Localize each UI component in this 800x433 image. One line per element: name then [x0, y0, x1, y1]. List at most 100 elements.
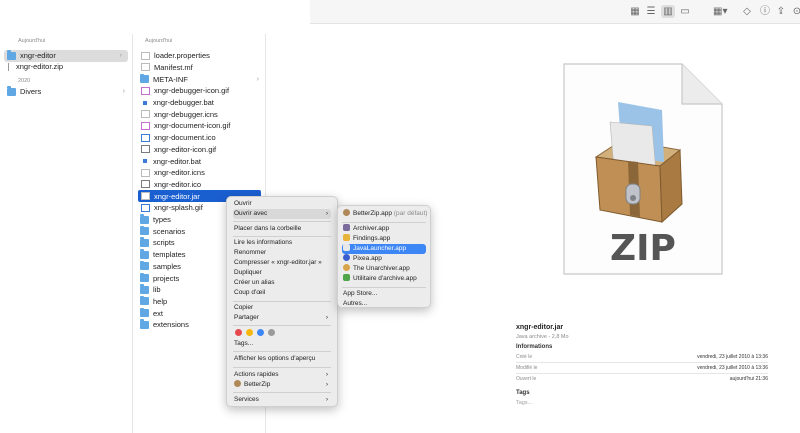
toolbar: ▦ ☰ ▥ ▭ ▦▾ ◇ ⓘ ⇪ ⊙ — [310, 0, 800, 24]
list-item[interactable]: xngr-debugger.icns — [138, 109, 262, 121]
info-label: Modifié le — [516, 365, 538, 371]
preview-filename: xngr-editor.jar — [516, 324, 564, 331]
menu-item-duplicate[interactable]: Dupliquer — [233, 268, 331, 278]
menu-item-preview-options[interactable]: Afficher les options d'aperçu — [233, 354, 331, 364]
preview-kind: Java archive - 2,8 Mo — [516, 334, 569, 340]
info-icon[interactable]: ⓘ — [758, 5, 772, 18]
menu-item-share[interactable]: Partager › — [233, 313, 331, 323]
menu-separator — [342, 222, 426, 223]
menu-separator — [233, 392, 331, 393]
tag-color-blue[interactable] — [257, 329, 264, 336]
submenu-item-archive-utility[interactable]: Utilitaire d'archive.app — [342, 274, 426, 284]
item-label: xngr-debugger.bat — [153, 98, 214, 108]
list-item-xngr-editor[interactable]: xngr-editor › — [4, 50, 128, 62]
menu-item-tags[interactable]: Tags... — [233, 339, 331, 349]
file-icon — [141, 63, 150, 72]
item-label: xngr-debugger-icon.gif — [154, 86, 230, 96]
list-view-icon[interactable]: ☰ — [644, 5, 658, 18]
item-label: help — [153, 296, 168, 306]
unarchiver-icon — [343, 264, 350, 271]
menu-item-copy[interactable]: Copier — [233, 303, 331, 313]
item-label: scenarios — [153, 226, 186, 236]
info-label: Créé le — [516, 354, 533, 360]
item-label: scripts — [153, 238, 175, 248]
list-item[interactable]: Manifest.mf — [138, 62, 262, 74]
menu-item-open-with[interactable]: Ouvrir avec › — [233, 209, 331, 219]
submenu-item-javalauncher[interactable]: JavaLauncher.app — [342, 244, 426, 254]
menu-item-alias[interactable]: Créer un alias — [233, 278, 331, 288]
item-label: extensions — [153, 320, 189, 330]
list-item[interactable]: xngr-editor.ico — [138, 179, 262, 191]
tag-color-red[interactable] — [235, 329, 242, 336]
item-label: META-INF — [153, 74, 188, 84]
list-item[interactable]: xngr-debugger.bat — [138, 97, 262, 109]
info-section-title: Informations — [516, 344, 553, 350]
submenu-item-pixea[interactable]: Pixea.app — [342, 254, 426, 264]
tag-icon[interactable]: ◇ — [740, 5, 754, 18]
item-label: Divers — [20, 87, 42, 97]
app-label: Archiver.app — [353, 225, 390, 232]
list-item-xngr-editor-zip[interactable]: xngr-editor.zip — [7, 61, 63, 73]
menu-item-quicklook[interactable]: Coup d'œil — [233, 288, 331, 298]
list-item[interactable]: xngr-document.ico — [138, 132, 262, 144]
item-label: lib — [153, 285, 161, 295]
item-label: projects — [153, 273, 180, 283]
list-item[interactable]: xngr-document-icon.gif — [138, 120, 262, 132]
list-item-divers[interactable]: Divers › — [7, 86, 128, 98]
submenu-item-unarchiver[interactable]: The Unarchiver.app — [342, 264, 426, 274]
archive-utility-icon — [343, 274, 350, 281]
file-icon — [141, 192, 150, 201]
folder-icon — [140, 214, 149, 224]
menu-item-betterzip[interactable]: BetterZip › — [233, 380, 331, 390]
menu-item-label: Partager — [234, 314, 259, 321]
item-label: xngr-splash.gif — [154, 203, 203, 213]
submenu-item-archiver[interactable]: Archiver.app — [342, 224, 426, 234]
submenu-item-findings[interactable]: Findings.app — [342, 234, 426, 244]
file-icon — [141, 110, 150, 119]
app-label: Utilitaire d'archive.app — [353, 275, 417, 282]
list-item[interactable]: xngr-debugger-icon.gif — [138, 85, 262, 97]
default-suffix: (par défaut) — [393, 210, 428, 217]
menu-item-rename[interactable]: Renommer — [233, 248, 331, 258]
chevron-right-icon: › — [325, 371, 328, 378]
submenu-item-betterzip[interactable]: BetterZip.app (par défaut) — [342, 209, 428, 219]
archiver-icon — [343, 224, 350, 231]
grid-view-icon[interactable]: ▦ — [628, 5, 642, 18]
tag-color-gray[interactable] — [268, 329, 275, 336]
menu-item-get-info[interactable]: Lire les informations — [233, 238, 331, 248]
context-menu: Ouvrir Ouvrir avec › Placer dans la corb… — [226, 196, 338, 407]
chevron-right-icon: › — [325, 396, 328, 403]
submenu-item-app-store[interactable]: App Store... — [342, 289, 426, 299]
list-item[interactable]: xngr-editor.bat — [138, 155, 262, 167]
folder-icon — [140, 272, 149, 283]
menu-item-trash[interactable]: Placer dans la corbeille — [233, 224, 331, 234]
gallery-view-icon[interactable]: ▭ — [678, 5, 692, 18]
file-icon — [143, 159, 147, 164]
tags-section-title: Tags — [516, 390, 530, 396]
menu-item-label: Ouvrir avec — [234, 210, 268, 217]
app-label: Findings.app — [353, 235, 391, 242]
submenu-item-other[interactable]: Autres... — [342, 299, 426, 309]
more-icon[interactable]: ⊙ — [790, 5, 800, 18]
item-label: xngr-editor.jar — [154, 191, 200, 201]
column-view-icon[interactable]: ▥ — [661, 5, 675, 18]
menu-item-services[interactable]: Services › — [233, 395, 331, 405]
item-label: loader.properties — [154, 51, 210, 61]
tag-color-yellow[interactable] — [246, 329, 253, 336]
item-label: xngr-document.ico — [154, 133, 216, 143]
item-label: types — [153, 215, 171, 225]
menu-item-compress[interactable]: Compresser « xngr-editor.jar » — [233, 258, 331, 268]
menu-item-label: Actions rapides — [234, 371, 279, 378]
share-icon[interactable]: ⇪ — [774, 5, 788, 18]
chevron-right-icon: › — [325, 210, 328, 217]
list-item[interactable]: xngr-editor.icns — [138, 167, 262, 179]
menu-item-open[interactable]: Ouvrir — [233, 199, 331, 209]
folder-icon — [140, 225, 149, 236]
tags-input[interactable]: Tags... — [516, 400, 532, 406]
list-item[interactable]: xngr-editor-icon.gif — [138, 144, 262, 156]
menu-separator — [233, 221, 331, 222]
group-icon[interactable]: ▦▾ — [713, 5, 727, 18]
list-item[interactable]: loader.properties — [138, 50, 262, 62]
list-item[interactable]: META-INF › — [138, 73, 262, 85]
menu-item-quick-actions[interactable]: Actions rapides › — [233, 370, 331, 380]
